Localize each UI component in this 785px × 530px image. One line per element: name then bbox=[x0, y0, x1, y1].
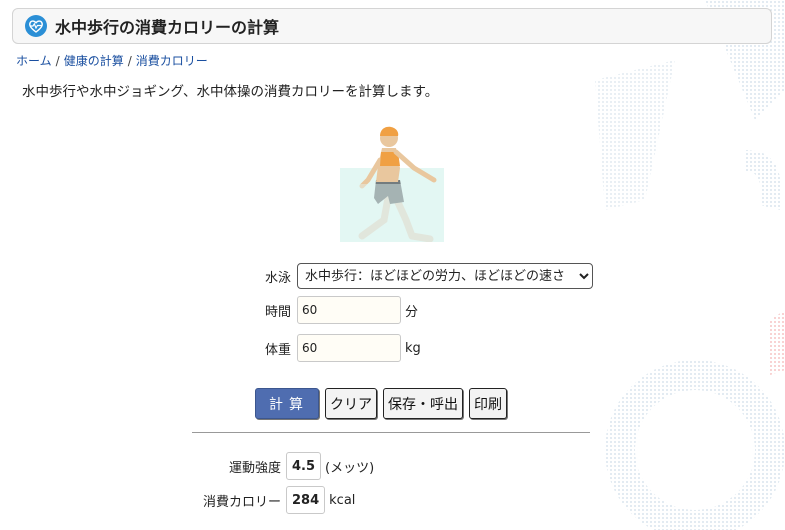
divider bbox=[192, 432, 590, 433]
calorie-label: 消費カロリー bbox=[202, 494, 281, 510]
calculate-button[interactable]: 計算 bbox=[255, 388, 319, 419]
time-row: 時間 分 bbox=[245, 296, 418, 324]
intensity-label: 運動強度 bbox=[228, 460, 281, 476]
heart-pulse-icon bbox=[25, 15, 47, 37]
weight-row: 体重 kg bbox=[245, 334, 421, 362]
time-unit: 分 bbox=[405, 304, 419, 320]
breadcrumb-separator: / bbox=[127, 54, 132, 68]
page-title: 水中歩行の消費カロリーの計算 bbox=[55, 18, 280, 37]
intensity-row: 運動強度 4.5 (メッツ) bbox=[222, 452, 374, 480]
time-label: 時間 bbox=[264, 304, 291, 320]
breadcrumb-home-link[interactable]: ホーム bbox=[16, 54, 52, 68]
action-buttons: 計算 クリア 保存・呼出 印刷 bbox=[255, 388, 507, 419]
calorie-unit: kcal bbox=[329, 492, 356, 508]
water-walking-figure bbox=[340, 126, 444, 242]
page-description: 水中歩行や水中ジョギング、水中体操の消費カロリーを計算します。 bbox=[22, 84, 439, 100]
breadcrumb-current-link[interactable]: 消費カロリー bbox=[136, 54, 208, 68]
stroke-select[interactable]: 水中歩行：ほどほどの労力、ほどほどの速さ bbox=[297, 263, 593, 289]
clear-button[interactable]: クリア bbox=[325, 388, 377, 419]
print-button[interactable]: 印刷 bbox=[469, 388, 507, 419]
stroke-label: 水泳 bbox=[264, 270, 291, 286]
breadcrumb: ホーム / 健康の計算 / 消費カロリー bbox=[16, 52, 208, 69]
intensity-unit: (メッツ) bbox=[325, 460, 375, 476]
weight-label: 体重 bbox=[264, 342, 291, 358]
weight-unit: kg bbox=[405, 340, 421, 356]
time-input[interactable] bbox=[297, 296, 401, 324]
background-decoration bbox=[595, 0, 785, 530]
calorie-row: 消費カロリー 284 kcal bbox=[195, 486, 355, 514]
calorie-value: 284 bbox=[286, 486, 326, 514]
breadcrumb-separator: / bbox=[55, 54, 60, 68]
weight-input[interactable] bbox=[297, 334, 401, 362]
breadcrumb-health-link[interactable]: 健康の計算 bbox=[64, 54, 124, 68]
intensity-value: 4.5 bbox=[286, 452, 322, 480]
save-load-button[interactable]: 保存・呼出 bbox=[383, 388, 463, 419]
page-header: 水中歩行の消費カロリーの計算 bbox=[12, 8, 772, 44]
stroke-row: 水泳 水中歩行：ほどほどの労力、ほどほどの速さ bbox=[245, 263, 593, 289]
